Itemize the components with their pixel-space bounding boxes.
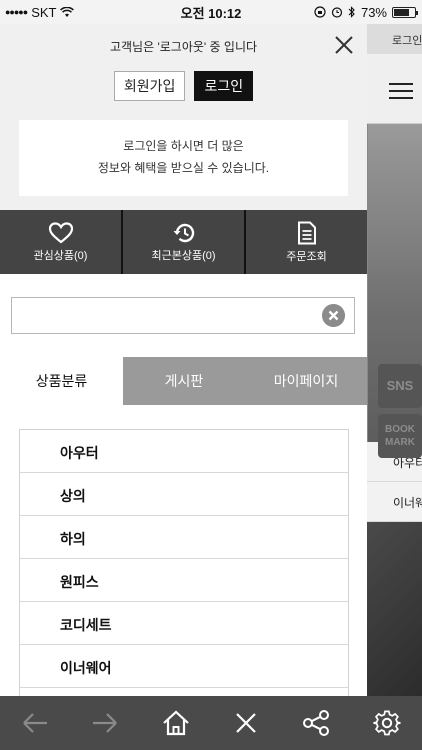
quick-menu: 관심상품(0) 최근본상품(0) 주문조회: [0, 210, 367, 274]
home-button[interactable]: [141, 696, 211, 750]
category-item-outer[interactable]: 아우터: [20, 430, 348, 473]
battery-icon: [392, 6, 418, 18]
drawer-account-section: 고객님은 '로그아웃' 중 입니다 회원가입 로그인 로그인을 하시면 더 많은…: [0, 24, 367, 210]
tab-categories[interactable]: 상품분류: [0, 357, 123, 405]
close-icon: [236, 713, 256, 733]
category-item-innerwear[interactable]: 이너웨어: [20, 645, 348, 688]
browser-toolbar: [0, 696, 422, 750]
wishlist-label: 관심상품(0): [33, 249, 88, 262]
login-benefit-notice: 로그인을 하시면 더 많은 정보와 혜택을 받으실 수 있습니다.: [19, 120, 348, 196]
wishlist-button[interactable]: 관심상품(0): [0, 210, 123, 274]
share-button[interactable]: [281, 696, 351, 750]
category-list: 아우터 상의 하의 원피스 코디세트 이너웨어: [19, 429, 349, 696]
side-drawer: 고객님은 '로그아웃' 중 입니다 회원가입 로그인 로그인을 하시면 더 많은…: [0, 24, 367, 696]
wifi-icon: [60, 6, 75, 17]
alarm-icon: [331, 7, 343, 18]
recent-products-label: 최근본상품(0): [151, 249, 216, 262]
category-item-onepiece[interactable]: 원피스: [20, 559, 348, 602]
category-item-bottom[interactable]: 하의: [20, 516, 348, 559]
tab-mypage[interactable]: 마이페이지: [245, 357, 367, 405]
background-product-image: [367, 522, 422, 696]
sns-button[interactable]: SNS: [378, 364, 422, 408]
tab-board[interactable]: 게시판: [123, 357, 245, 405]
document-icon: [297, 221, 316, 244]
order-lookup-label: 주문조회: [286, 250, 327, 263]
recent-products-button[interactable]: 최근본상품(0): [123, 210, 246, 274]
auth-buttons: 회원가입 로그인: [0, 71, 367, 101]
notice-line-2: 정보와 혜택을 받으실 수 있습니다.: [97, 161, 270, 175]
category-item-coordiset[interactable]: 코디세트: [20, 602, 348, 645]
forward-button[interactable]: [70, 696, 140, 750]
background-header-link[interactable]: 로그인: [367, 24, 422, 54]
logout-status-message: 고객님은 '로그아웃' 중 입니다: [109, 40, 258, 54]
carrier-name: SKT: [31, 4, 57, 20]
close-drawer-icon[interactable]: [333, 34, 355, 56]
join-button[interactable]: 회원가입: [113, 71, 186, 101]
status-bar: ●●●●● SKT 오전 10:12 73%: [0, 0, 422, 24]
background-banner-image: SNS BOOK MARK: [367, 124, 422, 458]
history-icon: [173, 223, 194, 242]
clear-search-icon[interactable]: [322, 304, 345, 327]
category-item-top[interactable]: 상의: [20, 473, 348, 516]
battery-level: [394, 8, 409, 16]
search-section: [0, 274, 367, 357]
back-button[interactable]: [0, 696, 70, 750]
signal-strength-icon: ●●●●●: [5, 7, 28, 17]
settings-button[interactable]: [352, 696, 422, 750]
background-menu-bar: [367, 54, 422, 124]
bookmark-button[interactable]: BOOK MARK: [378, 414, 422, 458]
forward-arrow-icon: [93, 713, 118, 733]
orientation-lock-icon: [314, 6, 326, 18]
background-category-inner[interactable]: 이너웨어: [367, 482, 422, 522]
back-arrow-icon: [23, 713, 48, 733]
order-lookup-button[interactable]: 주문조회: [246, 210, 367, 274]
background-page[interactable]: 로그인 SNS BOOK MARK 아우터 이너웨어: [367, 24, 422, 696]
bluetooth-icon: [348, 6, 355, 18]
hamburger-menu-icon[interactable]: [389, 83, 413, 104]
settings-gear-icon: [373, 710, 401, 736]
home-icon: [163, 710, 189, 736]
battery-percent: 73%: [360, 4, 387, 20]
login-button[interactable]: 로그인: [194, 71, 254, 101]
share-icon: [303, 710, 330, 736]
notice-line-1: 로그인을 하시면 더 많은: [123, 139, 244, 153]
category-item-partial[interactable]: [20, 688, 348, 696]
drawer-tabs: 상품분류 게시판 마이페이지: [0, 357, 367, 405]
heart-icon: [48, 221, 73, 243]
close-button[interactable]: [211, 696, 281, 750]
search-input[interactable]: [11, 297, 355, 334]
